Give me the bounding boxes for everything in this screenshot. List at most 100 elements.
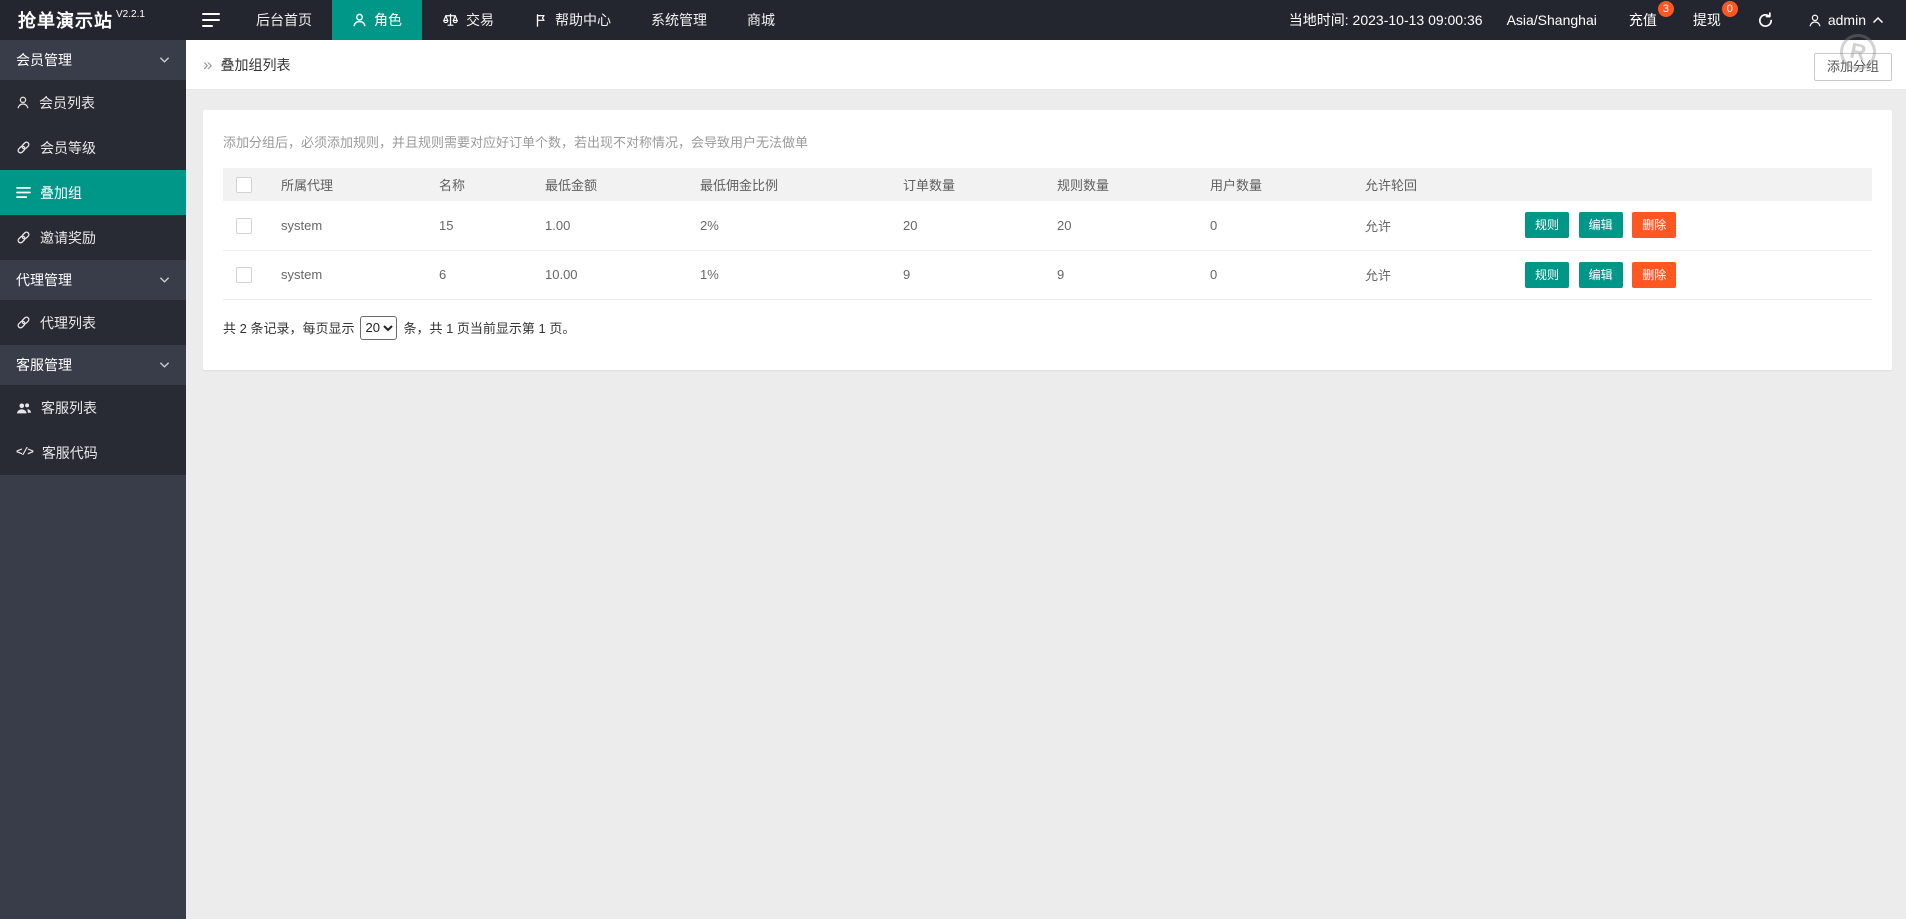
user-menu[interactable]: admin — [1792, 0, 1906, 40]
recharge-badge: 3 — [1658, 1, 1674, 17]
sidebar-group-agents[interactable]: 代理管理 — [0, 260, 186, 300]
sidebar: 会员管理 会员列表 会员等级 叠加组 邀请奖励 代理管理 代理列表 客服管理 客… — [0, 40, 186, 919]
content: 添加分组后，必须添加规则，并且规则需要对应好订单个数，若出现不对称情况，会导致用… — [186, 90, 1906, 370]
delete-button[interactable]: 删除 — [1632, 262, 1676, 288]
sidebar-item-stack-group[interactable]: 叠加组 — [0, 170, 186, 215]
page-size-select[interactable]: 20 — [360, 316, 397, 340]
delete-button[interactable]: 删除 — [1632, 212, 1676, 238]
nav-item-roles[interactable]: 角色 — [332, 0, 422, 40]
scales-icon — [442, 12, 459, 28]
recharge-menu[interactable]: 充值 3 — [1611, 0, 1675, 40]
cell-name: 6 — [429, 250, 535, 299]
chevron-down-icon — [159, 276, 170, 284]
cell-rules: 9 — [1047, 250, 1200, 299]
cell-orders: 9 — [893, 250, 1047, 299]
col-users: 用户数量 — [1200, 168, 1355, 201]
local-time: 当地时间: 2023-10-13 09:00:36 — [1289, 0, 1483, 40]
person-icon — [16, 95, 30, 110]
row-checkbox[interactable] — [236, 218, 252, 234]
col-min-commission: 最低佣金比例 — [690, 168, 893, 201]
row-checkbox[interactable] — [236, 267, 252, 283]
nav-item-system[interactable]: 系统管理 — [631, 0, 727, 40]
app-version: V2.2.1 — [116, 9, 145, 20]
cell-agent: system — [271, 201, 429, 250]
link-icon — [16, 140, 31, 155]
cell-min-commission: 1% — [690, 250, 893, 299]
top-header: 抢单演示站 V2.2.1 后台首页 角色 交易 帮助中心 — [0, 0, 1906, 40]
link-icon — [16, 230, 31, 245]
group-table: 所属代理 名称 最低金额 最低佣金比例 订单数量 规则数量 用户数量 允许轮回 — [223, 168, 1872, 300]
person-icon — [352, 12, 367, 28]
pagination-prefix: 共 2 条记录，每页显示 — [223, 318, 354, 337]
users-icon — [16, 401, 32, 415]
sidebar-item-invite-reward[interactable]: 邀请奖励 — [0, 215, 186, 260]
breadcrumb: » 叠加组列表 添加分组 — [186, 40, 1906, 90]
cell-rules: 20 — [1047, 201, 1200, 250]
cell-users: 0 — [1200, 201, 1355, 250]
caret-up-icon — [1872, 16, 1884, 24]
col-rules: 规则数量 — [1047, 168, 1200, 201]
username: admin — [1828, 12, 1866, 28]
cell-actions: 规则 编辑 删除 — [1515, 250, 1872, 299]
cell-min-commission: 2% — [690, 201, 893, 250]
cell-min-amount: 1.00 — [535, 201, 690, 250]
sidebar-item-support-code[interactable]: </> 客服代码 — [0, 430, 186, 475]
chevron-down-icon — [159, 361, 170, 369]
nav-item-mall[interactable]: 商城 — [727, 0, 795, 40]
cell-loop: 允许 — [1355, 201, 1515, 250]
cell-loop: 允许 — [1355, 250, 1515, 299]
sidebar-group-members[interactable]: 会员管理 — [0, 40, 186, 80]
link-icon — [16, 315, 31, 330]
col-name: 名称 — [429, 168, 535, 201]
hamburger-icon — [202, 13, 220, 27]
withdraw-menu[interactable]: 提现 0 — [1675, 0, 1739, 40]
top-nav: 后台首页 角色 交易 帮助中心 系统管理 商城 — [186, 0, 795, 40]
cell-users: 0 — [1200, 250, 1355, 299]
table-row: system 6 10.00 1% 9 9 0 允许 规则 编辑 删除 — [223, 250, 1872, 299]
group-list-card: 添加分组后，必须添加规则，并且规则需要对应好订单个数，若出现不对称情况，会导致用… — [203, 110, 1892, 370]
pagination-suffix: 条，共 1 页当前显示第 1 页。 — [403, 318, 575, 337]
breadcrumb-chevrons-icon: » — [203, 56, 212, 73]
cell-actions: 规则 编辑 删除 — [1515, 201, 1872, 250]
col-actions — [1515, 168, 1872, 201]
sidebar-item-member-list[interactable]: 会员列表 — [0, 80, 186, 125]
user-icon — [1808, 13, 1822, 28]
header-right: 当地时间: 2023-10-13 09:00:36 Asia/Shanghai … — [1289, 0, 1906, 40]
rule-button[interactable]: 规则 — [1525, 262, 1569, 288]
page-title: 叠加组列表 — [220, 55, 290, 75]
pagination: 共 2 条记录，每页显示 20 条，共 1 页当前显示第 1 页。 — [223, 316, 1872, 340]
code-icon: </> — [16, 447, 33, 459]
app-logo: 抢单演示站 V2.2.1 — [0, 0, 186, 40]
col-loop: 允许轮回 — [1355, 168, 1515, 201]
col-min-amount: 最低金额 — [535, 168, 690, 201]
list-icon — [16, 186, 31, 199]
nav-item-dashboard[interactable]: 后台首页 — [236, 0, 332, 40]
withdraw-badge: 0 — [1722, 1, 1738, 17]
refresh-icon — [1757, 12, 1774, 29]
sidebar-item-member-level[interactable]: 会员等级 — [0, 125, 186, 170]
cell-agent: system — [271, 250, 429, 299]
nav-item-help[interactable]: 帮助中心 — [514, 0, 631, 40]
sidebar-item-support-list[interactable]: 客服列表 — [0, 385, 186, 430]
add-group-button[interactable]: 添加分组 — [1814, 53, 1892, 81]
edit-button[interactable]: 编辑 — [1579, 262, 1623, 288]
nav-item-trade[interactable]: 交易 — [422, 0, 514, 40]
cell-min-amount: 10.00 — [535, 250, 690, 299]
select-all-checkbox[interactable] — [236, 177, 252, 193]
edit-button[interactable]: 编辑 — [1579, 212, 1623, 238]
timezone: Asia/Shanghai — [1507, 0, 1597, 40]
table-row: system 15 1.00 2% 20 20 0 允许 规则 编辑 删除 — [223, 201, 1872, 250]
cell-orders: 20 — [893, 201, 1047, 250]
chevron-down-icon — [159, 56, 170, 64]
col-agent: 所属代理 — [271, 168, 429, 201]
menu-toggle-button[interactable] — [186, 0, 236, 40]
sidebar-group-support[interactable]: 客服管理 — [0, 345, 186, 385]
main-area: R » 叠加组列表 添加分组 添加分组后，必须添加规则，并且规则需要对应好订单个… — [186, 40, 1906, 919]
refresh-button[interactable] — [1739, 0, 1792, 40]
sidebar-item-agent-list[interactable]: 代理列表 — [0, 300, 186, 345]
cell-name: 15 — [429, 201, 535, 250]
table-header-row: 所属代理 名称 最低金额 最低佣金比例 订单数量 规则数量 用户数量 允许轮回 — [223, 168, 1872, 201]
rule-button[interactable]: 规则 — [1525, 212, 1569, 238]
col-orders: 订单数量 — [893, 168, 1047, 201]
app-title: 抢单演示站 — [18, 7, 113, 33]
